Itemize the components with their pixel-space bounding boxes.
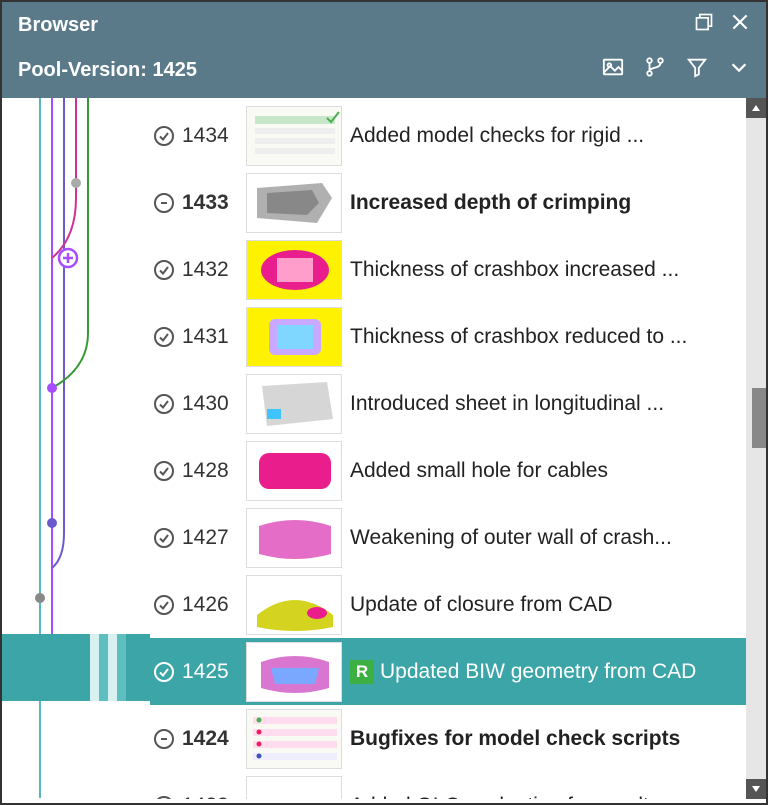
filter-icon[interactable] [686,56,708,84]
thumbnail [246,441,342,501]
pool-version-label: Pool-Version: 1425 [18,59,197,82]
version-description: Introduced sheet in longitudinal ... [350,392,736,416]
scroll-handle[interactable] [752,388,766,448]
sub-bar-icons [602,56,750,84]
target-circle-icon [150,191,178,215]
version-number: 1424 [178,727,238,751]
version-row[interactable]: 1426 Update of closure from CAD [150,571,766,638]
description-text: Bugfixes for model check scripts [350,727,680,751]
version-row[interactable]: 1424 Bugfixes for model check scripts [150,705,766,772]
check-circle-icon [150,794,178,800]
check-circle-icon [150,660,178,684]
version-row[interactable]: 1425 RUpdated BIW geometry from CAD [150,638,766,705]
version-number: 1430 [178,392,238,416]
version-description: Increased depth of crimping [350,191,736,215]
check-circle-icon [150,392,178,416]
version-row[interactable]: 1428 Added small hole for cables [150,437,766,504]
description-text: Introduced sheet in longitudinal ... [350,392,664,416]
scroll-up-arrow[interactable] [746,98,766,118]
thumbnail [246,374,342,434]
image-icon[interactable] [602,56,624,84]
sub-bar: Pool-Version: 1425 [2,48,766,98]
restore-icon[interactable] [694,12,714,38]
version-row[interactable]: 1433 Increased depth of crimping [150,169,766,236]
thumbnail [246,508,342,568]
thumbnail [246,173,342,233]
version-row[interactable]: 1432 Thickness of crashbox increased ... [150,236,766,303]
version-description: Update of closure from CAD [350,593,736,617]
title-bar: Browser [2,2,766,48]
version-description: Thickness of crashbox increased ... [350,258,736,282]
thumbnail [246,709,342,769]
r-badge: R [350,660,374,684]
version-number: 1432 [178,258,238,282]
description-text: Weakening of outer wall of crash... [350,526,672,550]
thumbnail [246,240,342,300]
description-text: Update of closure from CAD [350,593,613,617]
branch-icon[interactable] [644,56,666,84]
description-text: Thickness of crashbox increased ... [350,258,679,282]
check-circle-icon [150,459,178,483]
version-description: Added OLC evaluation for results [350,794,736,800]
version-row[interactable]: 1422 Added OLC evaluation for results [150,772,766,799]
version-number: 1422 [178,794,238,800]
description-text: Thickness of crashbox reduced to ... [350,325,687,349]
check-circle-icon [150,325,178,349]
check-circle-icon [150,526,178,550]
thumbnail [246,106,342,166]
version-description: Thickness of crashbox reduced to ... [350,325,736,349]
scrollbar[interactable] [746,98,766,799]
version-description: Bugfixes for model check scripts [350,727,736,751]
version-description: Weakening of outer wall of crash... [350,526,736,550]
target-circle-icon [150,727,178,751]
version-description: Added model checks for rigid ... [350,124,736,148]
version-row[interactable]: 1434 Added model checks for rigid ... [150,102,766,169]
version-number: 1426 [178,593,238,617]
check-circle-icon [150,258,178,282]
thumbnail [246,575,342,635]
version-number: 1427 [178,526,238,550]
version-row[interactable]: 1431 Thickness of crashbox reduced to ... [150,303,766,370]
description-text: Added OLC evaluation for results [350,794,659,800]
version-row[interactable]: 1427 Weakening of outer wall of crash... [150,504,766,571]
thumbnail [246,776,342,800]
description-text: Increased depth of crimping [350,191,631,215]
version-row[interactable]: 1430 Introduced sheet in longitudinal ... [150,370,766,437]
close-icon[interactable] [730,12,750,38]
check-circle-icon [150,124,178,148]
description-text: Added small hole for cables [350,459,608,483]
version-description: RUpdated BIW geometry from CAD [350,660,736,684]
version-number: 1434 [178,124,238,148]
check-circle-icon [150,593,178,617]
description-text: Added model checks for rigid ... [350,124,644,148]
graph-column [2,98,150,799]
selection-stripes [2,634,150,701]
version-number: 1433 [178,191,238,215]
title-bar-icons [694,12,750,38]
version-description: Added small hole for cables [350,459,736,483]
version-number: 1425 [178,660,238,684]
thumbnail [246,642,342,702]
thumbnail [246,307,342,367]
version-number: 1428 [178,459,238,483]
version-list: 1434 Added model checks for rigid ... 1433… [150,98,766,799]
content: 1434 Added model checks for rigid ... 1433… [2,98,766,799]
chevron-down-icon[interactable] [728,56,750,84]
panel-title: Browser [18,14,98,37]
scroll-down-arrow[interactable] [746,779,766,799]
version-number: 1431 [178,325,238,349]
description-text: Updated BIW geometry from CAD [380,660,696,684]
